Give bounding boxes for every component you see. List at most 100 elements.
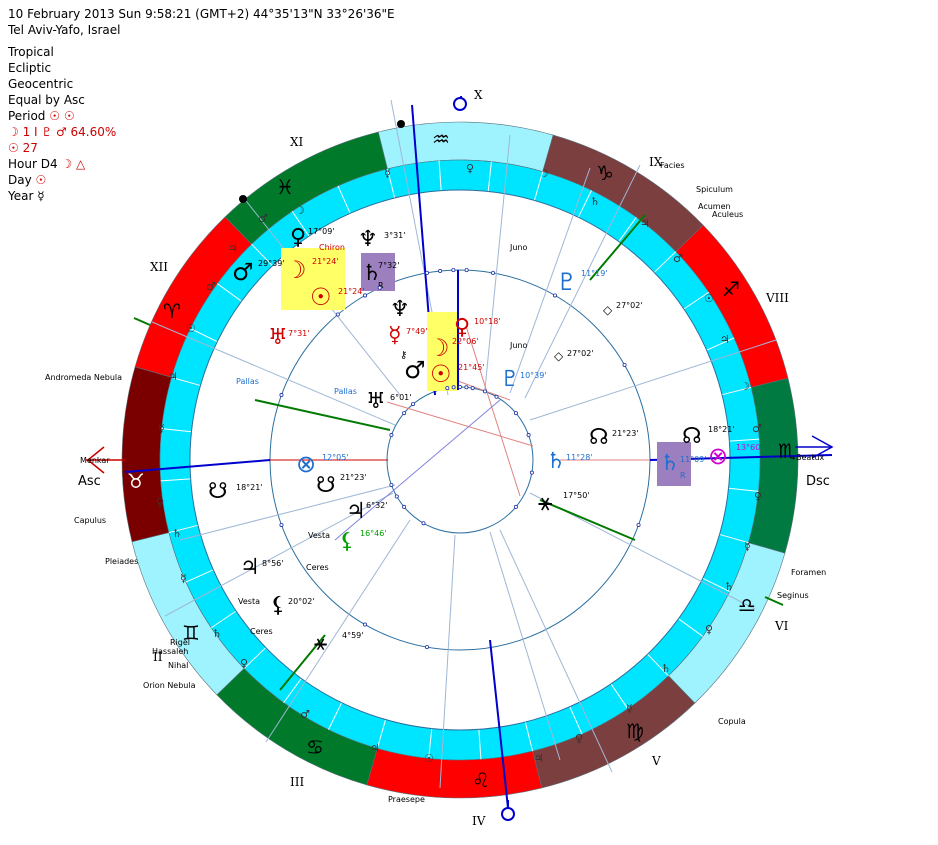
asteroid-ceres-label: Ceres bbox=[306, 563, 329, 572]
house-viii-label: VIII bbox=[765, 291, 789, 305]
part-of-fortune-inner-icon: ⊗ bbox=[296, 450, 316, 478]
venus-outer-icon: ♀ bbox=[290, 225, 306, 250]
degree-marker-dot bbox=[402, 411, 407, 416]
lilith-inner-degree: 16°46' bbox=[360, 529, 387, 538]
degree-marker-dot bbox=[622, 362, 627, 367]
star-juno2-label: Juno bbox=[509, 341, 528, 350]
degree-marker-dot bbox=[402, 504, 407, 509]
point-inner-degree: 27°02' bbox=[567, 349, 594, 358]
mars-outer-degree: 29°39' bbox=[258, 259, 285, 268]
house-vi-label: VI bbox=[774, 619, 789, 633]
degree-marker-dot bbox=[279, 393, 284, 398]
saturn-inner-degree: 11°28' bbox=[566, 453, 593, 462]
sun-outer-icon: ☉ bbox=[310, 283, 332, 311]
libra-icon: ♎ bbox=[738, 593, 756, 617]
svg-text:♄: ♄ bbox=[172, 527, 182, 540]
ring-marker-dot bbox=[397, 120, 405, 128]
star-foramen-label: Foramen bbox=[791, 568, 826, 577]
svg-text:♂: ♂ bbox=[300, 708, 310, 721]
degree-marker-dot bbox=[389, 482, 394, 487]
taurus-icon: ♉ bbox=[127, 469, 145, 493]
uranus-inner-icon: ♅ bbox=[366, 389, 386, 414]
neptune-outer-icon: ♆ bbox=[358, 227, 378, 252]
asteroid-vesta2-label: Vesta bbox=[238, 597, 260, 606]
capricorn-icon: ♑ bbox=[596, 161, 614, 185]
mercury-inner-icon: ☿ bbox=[388, 323, 402, 348]
svg-text:♃: ♃ bbox=[534, 752, 544, 765]
asteroid-chiron-label: Chiron bbox=[319, 243, 345, 252]
uranus-inner-degree: 6°01' bbox=[390, 393, 411, 402]
svg-text:♄: ♄ bbox=[590, 195, 600, 208]
saturn-dsc-icon: ♄ bbox=[660, 451, 680, 476]
svg-text:♀: ♀ bbox=[466, 162, 474, 175]
pluto-inner-icon: ♇ bbox=[500, 367, 520, 392]
svg-text:♄: ♄ bbox=[212, 627, 222, 640]
pisces-icon: ♓ bbox=[276, 175, 294, 199]
degree-marker-dot bbox=[464, 268, 469, 273]
node2-inner-icon: ☋ bbox=[316, 473, 336, 498]
moon-inner-degree: 22°06' bbox=[452, 337, 479, 346]
svg-text:☽: ☽ bbox=[539, 167, 549, 180]
svg-text:☉: ☉ bbox=[704, 292, 714, 305]
svg-text:☿: ☿ bbox=[744, 540, 751, 553]
degree-marker-dot bbox=[553, 293, 558, 298]
svg-text:♃: ♃ bbox=[640, 217, 650, 230]
star-juno-label: Juno bbox=[509, 243, 528, 252]
svg-text:♄: ♄ bbox=[661, 662, 671, 675]
uranus-outer-degree: 7°31' bbox=[288, 329, 309, 338]
cancer-icon: ♋ bbox=[306, 735, 324, 759]
sun-outer-degree: 21°24' bbox=[338, 287, 365, 296]
degree-marker-dot bbox=[526, 433, 531, 438]
svg-text:♄: ♄ bbox=[724, 580, 734, 593]
mars-outer-icon: ♂ bbox=[232, 258, 254, 286]
svg-text:♃: ♃ bbox=[370, 742, 380, 755]
svg-text:♀: ♀ bbox=[156, 496, 164, 509]
jupiter-outer-icon: ♃ bbox=[240, 555, 260, 580]
sagittarius-icon: ♐ bbox=[722, 277, 740, 301]
svg-text:♂: ♂ bbox=[752, 422, 762, 435]
aquarius-icon: ♒ bbox=[432, 127, 450, 151]
neptune-outer-degree: 3°31' bbox=[384, 231, 405, 240]
star-seginus-label: Seginus bbox=[777, 591, 809, 600]
house-xii-label: XII bbox=[150, 260, 168, 274]
midheaven-marker[interactable] bbox=[453, 96, 467, 111]
venus-inner-degree: 10°18' bbox=[474, 317, 501, 326]
svg-text:♃: ♃ bbox=[720, 333, 730, 346]
svg-text:☽: ☽ bbox=[740, 380, 750, 393]
star-andromeda-label: Andromeda Nebula bbox=[45, 373, 122, 382]
imum-coeli-marker[interactable] bbox=[501, 800, 515, 821]
degree-marker-dot bbox=[482, 389, 487, 394]
astrology-chart-wheel[interactable]: X XI XII II III IV V VI VIII IX Asc Dsc … bbox=[0, 0, 938, 845]
star-beatux-label: Beatux bbox=[796, 453, 825, 462]
degree-marker-dot bbox=[394, 494, 399, 499]
svg-text:♀: ♀ bbox=[705, 623, 713, 636]
star-capulus-label: Capulus bbox=[74, 516, 106, 525]
star-rigel-label: Rigel bbox=[170, 638, 190, 647]
degree-marker-dot bbox=[279, 522, 284, 527]
node2-outer-icon: ☋ bbox=[208, 479, 228, 504]
svg-text:☿: ☿ bbox=[384, 167, 391, 180]
degree-marker-dot bbox=[513, 504, 518, 509]
degree-marker-dot bbox=[464, 385, 469, 390]
asteroid-ceres2-label: Ceres bbox=[250, 627, 273, 636]
svg-text:☿: ☿ bbox=[180, 572, 187, 585]
degree-marker-dot bbox=[421, 521, 426, 526]
degree-marker-dot bbox=[494, 394, 499, 399]
part-of-fortune-inner-degree: 12°05' bbox=[322, 453, 349, 462]
star-copula-label: Copula bbox=[718, 717, 746, 726]
house-v-label: V bbox=[651, 754, 661, 768]
aries-icon: ♈ bbox=[163, 299, 181, 323]
moon-outer-degree: 21°24' bbox=[312, 257, 339, 266]
degree-marker-dot bbox=[438, 269, 443, 274]
part-of-fortune-outer-degree: 13°60' bbox=[736, 443, 763, 452]
degree-marker-dot bbox=[389, 433, 394, 438]
dsc-label: Dsc bbox=[806, 474, 830, 489]
star-orion-nebula-label: Orion Nebula bbox=[143, 681, 196, 690]
star-pleiades-label: Pleiades bbox=[105, 557, 138, 566]
node-outer-icon: ☊ bbox=[682, 424, 702, 449]
degree-marker-dot bbox=[451, 385, 456, 390]
svg-text:♀: ♀ bbox=[575, 732, 583, 745]
star-hassaleh-label: Hassaleh bbox=[152, 647, 188, 656]
asteroid-pallas2-label: Pallas bbox=[334, 387, 357, 396]
node2-inner-degree: 21°23' bbox=[340, 473, 367, 482]
